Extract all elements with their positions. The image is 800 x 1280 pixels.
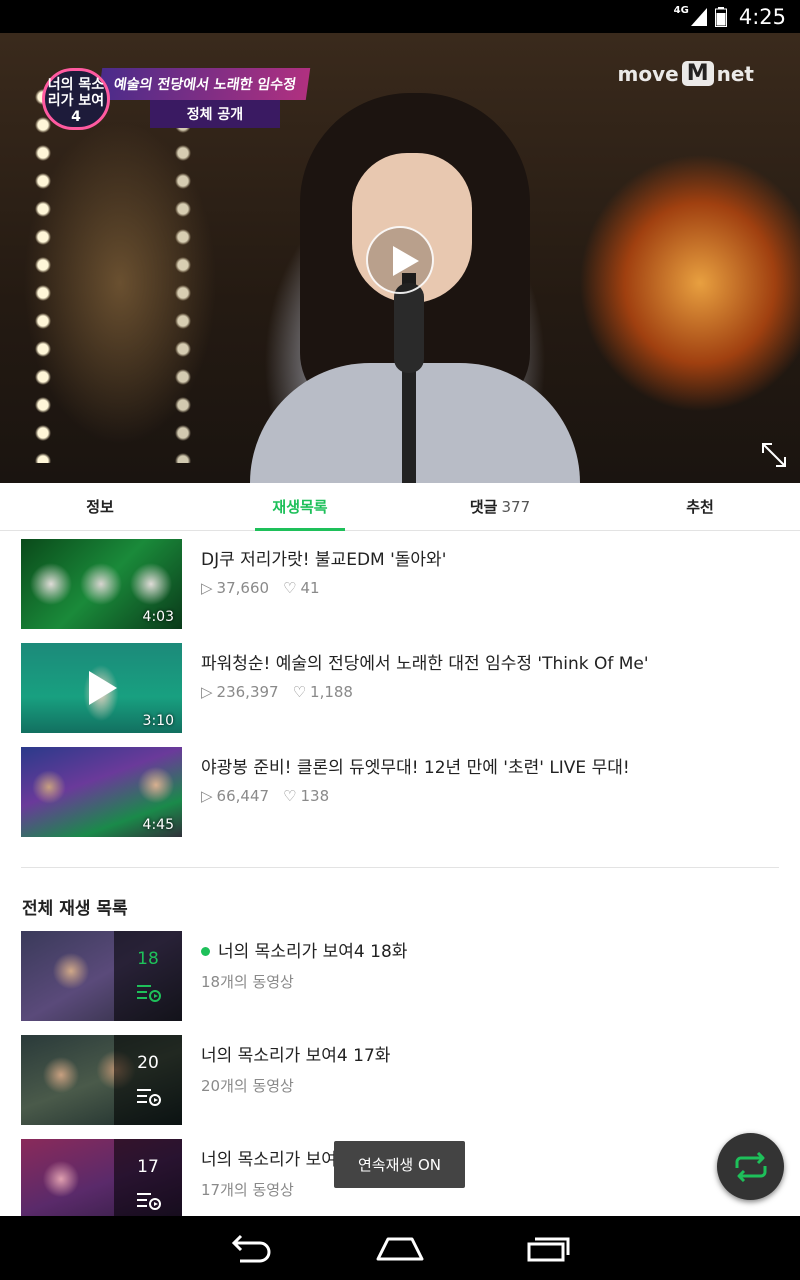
playlist-queue-icon <box>137 1193 161 1210</box>
caption-line1: 예술의 전당에서 노래한 임수정 <box>97 68 311 100</box>
heart-icon: ♡ <box>292 683 307 701</box>
clip-duration: 4:45 <box>142 817 174 833</box>
playlist-title: 너의 목소리가 보여4 18화 <box>201 937 407 962</box>
heart-icon: ♡ <box>283 787 297 805</box>
views-icon: ▷ <box>201 787 213 805</box>
video-player[interactable]: 예술의 전당에서 노래한 임수정 정체 공개 너의 목소리가 보여 4 move… <box>0 33 800 483</box>
show-logo: 너의 목소리가 보여 4 <box>42 68 110 130</box>
brand-suffix: net <box>716 61 754 86</box>
clip-thumbnail[interactable]: 4:03 <box>21 539 182 629</box>
repeat-icon <box>735 1151 766 1182</box>
clip-thumbnail[interactable]: 4:45 <box>21 747 182 837</box>
clip-duration: 4:03 <box>142 609 174 625</box>
clip-meta: ▷ 236,397 ♡ 1,188 <box>201 683 353 701</box>
like-count: 1,188 <box>310 683 353 701</box>
status-bar: 4G 4:25 <box>0 0 800 33</box>
playlist-queue-icon <box>137 1089 161 1106</box>
network-type: 4G <box>673 5 689 16</box>
playlist-video-count: 20개의 동영상 <box>201 1077 294 1095</box>
playlist-video-count: 17개의 동영상 <box>201 1181 294 1199</box>
playlist-title: 너의 목소리가 보여4 17화 <box>201 1046 391 1066</box>
continuous-play-button[interactable] <box>717 1133 784 1200</box>
section-title: 전체 재생 목록 <box>22 899 128 919</box>
play-button[interactable] <box>366 226 434 294</box>
like-count: 41 <box>300 579 320 597</box>
clip-meta: ▷ 37,660 ♡ 41 <box>201 579 320 597</box>
clip-title: 야광봉 준비! 클론의 듀엣무대! 12년 만에 '초련' LIVE 무대! <box>201 758 630 778</box>
tab-recommend[interactable]: 추천 <box>600 483 800 530</box>
playlist-title-text: 너의 목소리가 보여4 18화 <box>218 942 408 962</box>
caption-line2: 정체 공개 <box>150 100 280 128</box>
toast-message: 연속재생 ON <box>334 1141 465 1188</box>
brand-m: M <box>681 61 714 86</box>
playlist-queue-icon <box>137 985 161 1002</box>
playlist-item-active[interactable]: 18 너의 목소리가 보여4 18화 18개의 동영상 <box>21 931 781 1021</box>
view-count: 66,447 <box>216 787 270 805</box>
tab-comments[interactable]: 댓글 377 <box>400 483 600 530</box>
playlist-content[interactable]: 4:03 DJ쿠 저리가랏! 불교EDM '돌아와' ▷ 37,660 ♡ 41 3… <box>0 532 800 1216</box>
like-count: 138 <box>300 787 330 805</box>
view-count: 236,397 <box>216 683 279 701</box>
playlist-item[interactable]: 20 너의 목소리가 보여4 17화 20개의 동영상 <box>21 1035 781 1125</box>
now-playing-dot <box>201 947 210 956</box>
channel-logo: move M net <box>618 61 754 86</box>
clock: 4:25 <box>738 4 786 29</box>
clip-thumbnail[interactable]: 3:10 <box>21 643 182 733</box>
battery-icon <box>714 6 727 27</box>
now-playing-icon <box>89 671 117 705</box>
navigation-bar <box>0 1216 800 1280</box>
microphone <box>394 283 424 373</box>
section-divider <box>21 867 779 868</box>
tab-label: 추천 <box>686 498 714 516</box>
playlist-meta: 17개의 동영상 <box>201 1179 294 1200</box>
clip-item[interactable]: 4:45 야광봉 준비! 클론의 듀엣무대! 12년 만에 '초련' LIVE … <box>21 747 781 837</box>
stage-lights <box>168 83 198 463</box>
playlist-count-overlay: 20 <box>114 1035 182 1125</box>
recent-apps-icon[interactable] <box>526 1233 574 1263</box>
clip-item[interactable]: 4:03 DJ쿠 저리가랏! 불교EDM '돌아와' ▷ 37,660 ♡ 41 <box>21 539 781 629</box>
comment-count: 377 <box>501 497 531 516</box>
playlist-thumbnail[interactable]: 17 <box>21 1139 182 1216</box>
back-icon[interactable] <box>226 1233 274 1263</box>
clip-title: DJ쿠 저리가랏! 불교EDM '돌아와' <box>201 550 447 570</box>
playlist-count-overlay: 18 <box>114 931 182 1021</box>
playlist-meta: 18개의 동영상 <box>201 971 294 992</box>
tab-info[interactable]: 정보 <box>0 483 200 530</box>
signal-icon <box>690 7 707 26</box>
playlist-thumbnail[interactable]: 20 <box>21 1035 182 1125</box>
playlist-count: 18 <box>137 949 159 969</box>
brand-prefix: move <box>617 61 679 86</box>
playlist-count: 17 <box>137 1157 159 1177</box>
clip-duration: 3:10 <box>142 713 174 729</box>
playlist-video-count: 18개의 동영상 <box>201 973 294 991</box>
tab-label: 재생목록 <box>272 498 328 516</box>
playlist-thumbnail[interactable]: 18 <box>21 931 182 1021</box>
heart-icon: ♡ <box>283 579 297 597</box>
tab-bar: 정보 재생목록 댓글 377 추천 <box>0 483 800 531</box>
stage-lights <box>28 83 58 463</box>
clip-item-playing[interactable]: 3:10 파워청순! 예술의 전당에서 노래한 대전 임수정 'Think Of… <box>21 643 781 733</box>
tab-label: 정보 <box>86 498 114 516</box>
views-icon: ▷ <box>201 579 213 597</box>
tab-label: 댓글 <box>469 498 498 516</box>
clip-title: 파워청순! 예술의 전당에서 노래한 대전 임수정 'Think Of Me' <box>201 654 649 674</box>
view-count: 37,660 <box>216 579 270 597</box>
playlist-count-overlay: 17 <box>114 1139 182 1216</box>
clip-meta: ▷ 66,447 ♡ 138 <box>201 787 329 805</box>
video-caption: 예술의 전당에서 노래한 임수정 정체 공개 너의 목소리가 보여 4 <box>42 68 311 140</box>
fullscreen-icon[interactable] <box>760 441 788 469</box>
home-icon[interactable] <box>374 1233 426 1263</box>
views-icon: ▷ <box>201 683 213 701</box>
tab-playlist[interactable]: 재생목록 <box>200 483 400 531</box>
playlist-meta: 20개의 동영상 <box>201 1075 294 1096</box>
playlist-count: 20 <box>137 1053 159 1073</box>
